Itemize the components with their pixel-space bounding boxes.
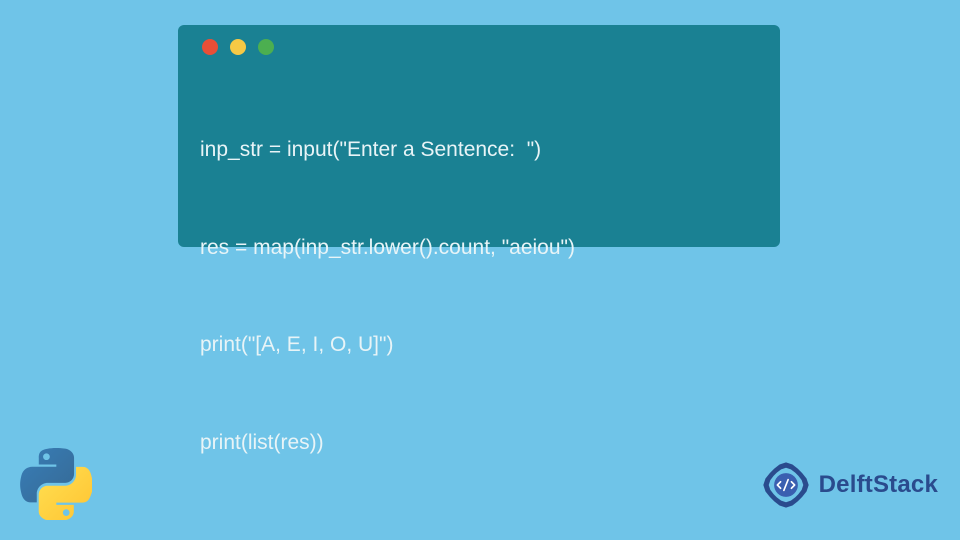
code-line: inp_str = input("Enter a Sentence: ")	[200, 134, 758, 167]
delftstack-icon	[759, 458, 813, 512]
window-controls	[202, 39, 758, 55]
code-window: inp_str = input("Enter a Sentence: ") re…	[178, 25, 780, 247]
python-logo-icon	[20, 448, 92, 520]
maximize-icon	[258, 39, 274, 55]
code-line: print("[A, E, I, O, U]")	[200, 329, 758, 362]
minimize-icon	[230, 39, 246, 55]
code-line: res = map(inp_str.lower().count, "aeiou"…	[200, 232, 758, 265]
close-icon	[202, 39, 218, 55]
code-line: print(list(res))	[200, 427, 758, 460]
code-block: inp_str = input("Enter a Sentence: ") re…	[200, 69, 758, 525]
delftstack-text: DelftStack	[819, 471, 938, 499]
delftstack-logo: DelftStack	[759, 458, 938, 512]
